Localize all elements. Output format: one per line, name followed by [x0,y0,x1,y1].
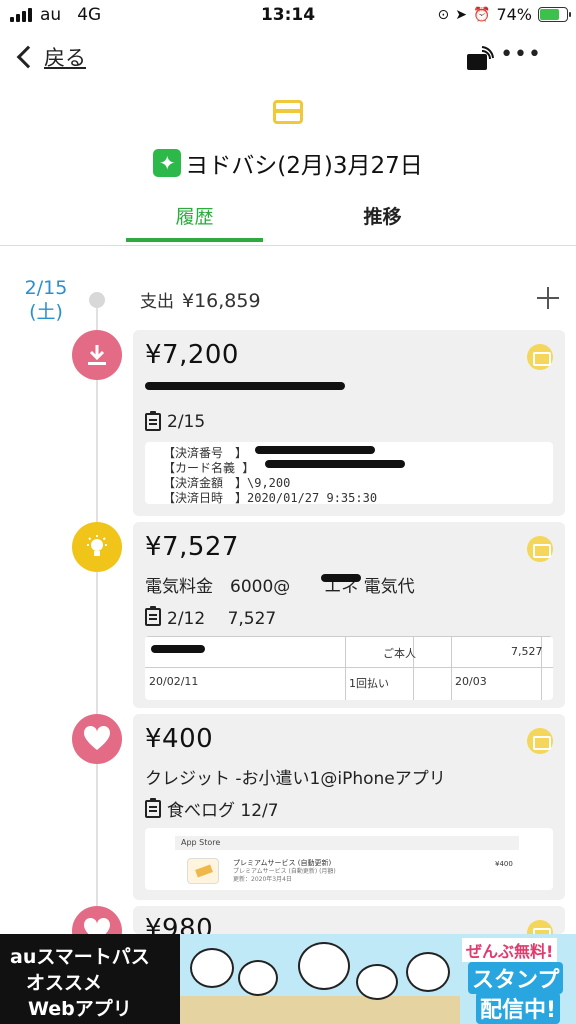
table-cell: 20/02/11 [149,675,199,688]
ad-text: ぜんぶ無料! [462,938,558,962]
app-thumbnail [187,858,219,884]
ad-text: スタンプ [468,962,564,994]
credit-card-icon [273,100,303,124]
app-store-receipt: App Store プレミアムサービス (自動更新) プレミアムサービス (自動… [145,828,553,890]
clipboard-icon [145,411,161,431]
sparkle-icon: ✦ [153,149,182,177]
alarm-icon: ⏰ [473,6,491,23]
receipt-header: App Store [181,838,221,847]
cat-illustration [356,964,398,1000]
table-cell: 7,527 [511,645,543,658]
transaction-amount: ¥7,527 [145,532,239,562]
lightbulb-icon [72,522,122,572]
spend-label: 支出 [140,292,174,312]
transaction-card[interactable]: ¥7,527 電気料金 6000@ エネ 電気代 2/12 7,527 ご本人 … [133,522,565,708]
card-badge-icon [527,920,553,934]
card-badge-icon [527,536,553,562]
back-button[interactable]: 戻る [14,42,86,72]
ad-right-panel: ぜんぶ無料! スタンプ 配信中! [180,934,576,1024]
transaction-amount: ¥7,200 [145,340,239,370]
timeline-line [96,300,98,940]
table-cell: ご本人 [383,647,416,660]
ad-ground [180,996,460,1024]
transaction-card[interactable]: ¥400 クレジット -お小遣い1@iPhoneアプリ 食べログ 12/7 Ap… [133,714,565,900]
tab-trend[interactable]: 推移 [314,202,451,229]
location-icon: ➤ [455,6,467,23]
redaction-scribble [265,460,405,468]
download-icon [72,330,122,380]
add-icon[interactable] [536,286,560,310]
transaction-card[interactable]: ¥7,200 2/15 【決済番号 】 【カード名義 】 【決済金額 】\9,2… [133,330,565,516]
back-label: 戻る [44,46,86,70]
transaction-amount: ¥980 [145,914,214,934]
ad-text: オススメ [26,972,103,994]
receipt-line: 【決済日時 】2020/01/27 9:35:30 [163,491,378,504]
table-cell: 20/03 [455,675,487,688]
date-weekday: (土) [29,301,63,323]
memo-text: 2/15 [167,412,206,432]
status-bar: au 4G 13:14 ⊙ ➤ ⏰ 74% [0,0,576,30]
redaction-scribble [321,574,361,582]
cat-illustration [190,948,234,988]
redaction-scribble [151,645,205,653]
receipt-image: ご本人 7,527 20/02/11 1回払い 20/03 [145,636,553,700]
transaction-description: 電気料金 6000@ エネ 電気代 [145,577,415,597]
memo-text: 食べログ 12/7 [167,801,279,821]
tab-history[interactable]: 履歴 [126,202,263,229]
timeline-dot [89,292,105,308]
timeline-date: 2/15 (土) [18,276,74,324]
card-badge-icon [527,728,553,754]
transaction-card[interactable]: ¥980 [133,906,565,934]
more-button[interactable]: ••• [500,42,542,67]
nav-bar: 戻る ••• [0,36,576,84]
page-title: ✦ ヨドバシ(2月)3月27日 [0,146,576,180]
receipt-table: ご本人 7,527 20/02/11 1回払い 20/03 [145,636,553,700]
cat-illustration [406,952,450,992]
ad-text: 配信中! [476,992,561,1024]
status-right: ⊙ ➤ ⏰ 74% [437,5,571,24]
transaction-amount: ¥400 [145,724,214,754]
cat-illustration [238,960,278,996]
ad-banner[interactable]: auスマートパス オススメ Webアプリ ぜんぶ無料! スタンプ 配信中! [0,934,576,1024]
battery-percent: 74% [496,5,532,24]
cast-icon[interactable] [466,46,494,72]
redaction-scribble [145,382,345,390]
ad-text: Webアプリ [28,998,132,1020]
receipt-price: ¥400 [495,860,513,868]
table-cell: 1回払い [349,677,389,690]
clipboard-icon [145,605,161,626]
battery-icon [538,7,571,22]
spend-amount: ¥16,859 [182,290,261,312]
dog-illustration [298,942,350,990]
redaction-scribble [255,446,375,454]
receipt-line: 更新：2020年3月4日 [233,876,292,883]
spend-summary: 支出 ¥16,859 [140,287,261,312]
chevron-left-icon [16,45,40,69]
lock-rotation-icon: ⊙ [437,6,450,23]
transaction-description: クレジット -お小遣い1@iPhoneアプリ [145,769,446,789]
receipt-image: 【決済番号 】 【カード名義 】 【決済金額 】\9,200 【決済日時 】20… [145,442,553,504]
memo-text: 2/12 7,527 [167,609,277,629]
ad-text: auスマートパス [10,946,150,968]
active-tab-indicator [126,238,263,242]
ad-left-panel: auスマートパス オススメ Webアプリ [0,934,180,1024]
transaction-memo: 2/15 [145,411,206,432]
card-badge-icon [527,344,553,370]
transaction-memo: 食べログ 12/7 [145,796,279,821]
date-day: 2/15 [24,277,68,299]
clipboard-icon [145,797,161,818]
receipt-image: App Store プレミアムサービス (自動更新) プレミアムサービス (自動… [145,828,553,890]
page-title-text: ヨドバシ(2月)3月27日 [185,153,423,179]
transaction-memo: 2/12 7,527 [145,604,276,629]
heart-icon [72,714,122,764]
tab-bar: 履歴 推移 [0,196,576,246]
